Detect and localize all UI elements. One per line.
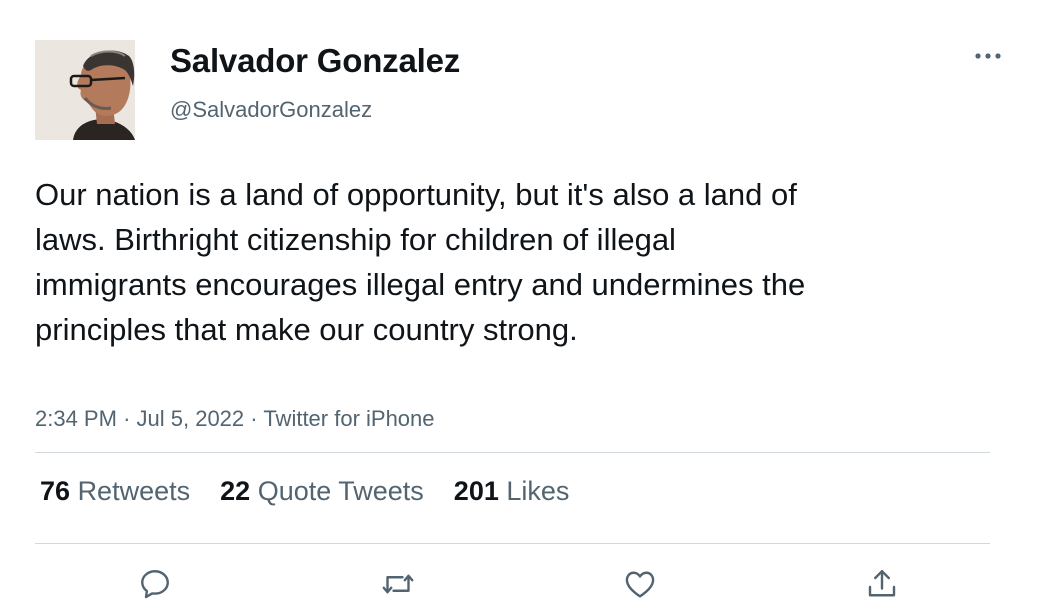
likes-label: Likes — [506, 476, 570, 506]
likes-count: 201 — [453, 476, 499, 506]
quote-tweets-label: Quote Tweets — [257, 476, 424, 506]
meta-separator: · — [250, 406, 258, 431]
retweets-stat[interactable]: 76 Retweets — [40, 476, 190, 507]
tweet-time[interactable]: 2:34 PM — [35, 406, 117, 431]
retweet-icon — [382, 574, 414, 594]
divider — [35, 452, 990, 453]
author-handle[interactable]: @SalvadorGonzalez — [170, 97, 372, 123]
heart-icon — [625, 571, 655, 598]
tweet-date[interactable]: Jul 5, 2022 — [137, 406, 245, 431]
more-options-button[interactable] — [968, 44, 1008, 68]
retweets-label: Retweets — [77, 476, 191, 506]
divider — [35, 543, 990, 544]
tweet-source[interactable]: Twitter for iPhone — [263, 406, 434, 431]
retweets-count: 76 — [40, 476, 71, 506]
quote-tweets-count: 22 — [220, 476, 251, 506]
profile-photo — [35, 40, 135, 140]
retweet-button[interactable] — [378, 564, 418, 604]
meta-separator: · — [123, 406, 131, 431]
reply-icon — [141, 570, 169, 599]
likes-stat[interactable]: 201 Likes — [454, 476, 570, 507]
tweet-meta: 2:34 PM · Jul 5, 2022 · Twitter for iPho… — [35, 406, 435, 432]
tweet-stats: 76 Retweets 22 Quote Tweets 201 Likes — [40, 476, 569, 507]
tweet-text: Our nation is a land of opportunity, but… — [35, 177, 806, 347]
author-name[interactable]: Salvador Gonzalez — [170, 42, 460, 80]
quote-tweets-stat[interactable]: 22 Quote Tweets — [220, 476, 424, 507]
avatar[interactable] — [35, 40, 135, 140]
share-button[interactable] — [862, 564, 902, 604]
more-icon — [975, 53, 1001, 59]
like-button[interactable] — [620, 564, 660, 604]
share-icon — [868, 570, 896, 597]
reply-button[interactable] — [135, 564, 175, 604]
